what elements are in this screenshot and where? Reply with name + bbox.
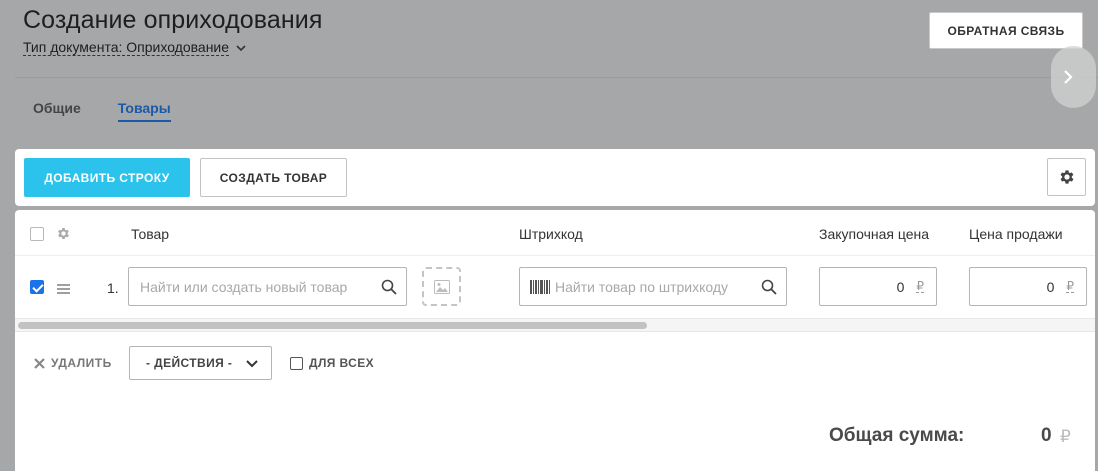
chevron-down-icon[interactable]	[235, 42, 247, 54]
page-title: Создание оприходования	[23, 6, 323, 34]
tab-general[interactable]: Общие	[33, 100, 81, 122]
sale-currency-label: ₽	[1066, 279, 1074, 293]
column-header-purchase-price: Закупочная цена	[819, 226, 930, 242]
header-divider	[15, 77, 1098, 78]
table-row: 1. Найти или создать новый товар Найти т…	[15, 257, 1095, 317]
doc-type-selector[interactable]: Тип документа: Оприходование	[23, 39, 323, 56]
purchase-price-value: 0	[896, 278, 905, 295]
doc-type-label[interactable]: Тип документа: Оприходование	[23, 39, 230, 56]
barcode-search-input[interactable]: Найти товар по штрихкоду	[519, 267, 787, 306]
image-icon	[433, 279, 450, 294]
purchase-price-input[interactable]: 0 ₽	[819, 267, 937, 306]
purchase-currency-label: ₽	[916, 279, 924, 293]
table-header: Товар Штрихкод Закупочная цена Цена прод…	[15, 210, 1095, 256]
total-currency: ₽	[1060, 427, 1071, 446]
actions-select-value: - ДЕЙСТВИЯ -	[146, 356, 233, 370]
product-search-placeholder: Найти или создать новый товар	[140, 278, 348, 295]
add-row-button[interactable]: ДОБАВИТЬ СТРОКУ	[24, 158, 190, 197]
sale-price-value: 0	[1046, 278, 1055, 295]
drag-handle-icon[interactable]	[57, 284, 70, 296]
for-all-checkbox[interactable]	[290, 356, 303, 370]
search-icon[interactable]	[761, 279, 777, 295]
for-all-toggle[interactable]: ДЛЯ ВСЕХ	[290, 356, 374, 370]
search-icon[interactable]	[381, 279, 397, 295]
row-checkbox[interactable]	[30, 280, 44, 294]
scrollbar-thumb[interactable]	[18, 322, 647, 329]
create-product-button[interactable]: СОЗДАТЬ ТОВАР	[200, 158, 347, 197]
feedback-button[interactable]: ОБРАТНАЯ СВЯЗЬ	[929, 12, 1083, 49]
chevron-right-icon	[1064, 70, 1073, 84]
bulk-actions-bar: УДАЛИТЬ - ДЕЙСТВИЯ - ДЛЯ ВСЕХ	[15, 344, 1095, 384]
delete-button[interactable]: УДАЛИТЬ	[34, 356, 112, 370]
select-all-checkbox[interactable]	[30, 227, 44, 241]
column-header-barcode: Штрихкод	[519, 226, 583, 242]
product-image-placeholder[interactable]	[422, 267, 461, 306]
product-search-input[interactable]: Найти или создать новый товар	[128, 267, 407, 306]
for-all-label: ДЛЯ ВСЕХ	[309, 356, 375, 370]
column-header-product: Товар	[131, 226, 170, 242]
chevron-down-icon	[246, 360, 258, 368]
page-header: Создание оприходования Тип документа: Оп…	[23, 6, 323, 56]
actions-select[interactable]: - ДЕЙСТВИЯ -	[129, 346, 272, 380]
table-settings-button[interactable]	[1047, 158, 1086, 196]
sale-price-input[interactable]: 0 ₽	[969, 267, 1087, 306]
scroll-right-button[interactable]	[1051, 46, 1096, 108]
delete-label: УДАЛИТЬ	[51, 356, 112, 370]
tab-bar: Общие Товары	[33, 100, 171, 122]
barcode-search-placeholder: Найти товар по штрихкоду	[555, 278, 729, 295]
tab-products[interactable]: Товары	[117, 100, 171, 122]
row-number: 1.	[107, 280, 119, 296]
products-panel: Товар Штрихкод Закупочная цена Цена прод…	[15, 210, 1095, 471]
toolbar: ДОБАВИТЬ СТРОКУ СОЗДАТЬ ТОВАР	[15, 149, 1095, 206]
total-label: Общая сумма:	[829, 425, 965, 446]
column-header-sale-price: Цена продажи	[969, 226, 1063, 242]
horizontal-scrollbar[interactable]	[15, 318, 1095, 332]
column-settings-gear-icon[interactable]	[56, 226, 71, 241]
close-icon	[34, 357, 45, 369]
total-value: 0	[1041, 425, 1052, 446]
barcode-icon	[530, 280, 550, 294]
gear-icon	[1060, 170, 1073, 184]
